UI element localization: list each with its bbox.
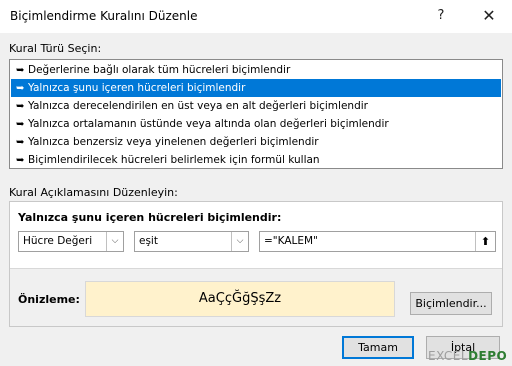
value-input[interactable]: ="KALEM" ⬆	[259, 231, 496, 252]
arrow-right-icon: ➥	[16, 83, 25, 94]
rule-description-group: Yalnızca şunu içeren hücreleri biçimlend…	[9, 201, 503, 327]
value-text: ="KALEM"	[264, 235, 318, 247]
operator-value: eşit	[139, 235, 158, 247]
ok-button[interactable]: Tamam	[342, 336, 414, 359]
arrow-right-icon: ➥	[16, 119, 25, 130]
rule-heading: Yalnızca şunu içeren hücreleri biçimlend…	[18, 211, 282, 224]
arrow-right-icon: ➥	[16, 155, 25, 166]
operator-select[interactable]: eşit ⌵	[134, 231, 249, 252]
preview-sample-text: AaÇçĞğŞşZz	[198, 291, 282, 306]
arrow-right-icon: ➥	[16, 65, 25, 76]
preview-area: Önizleme: AaÇçĞğŞşZz Biçimlendir...	[10, 268, 502, 326]
help-button[interactable]: ?	[428, 4, 454, 28]
watermark-part2: DEPO	[468, 349, 508, 363]
description-label: Kural Açıklamasını Düzenleyin:	[9, 186, 178, 199]
condition-type-value: Hücre Değeri	[23, 235, 93, 247]
watermark-part1: EXCEL	[428, 349, 469, 363]
rule-type-item[interactable]: ➥ Yalnızca derecelendirilen en üst veya e…	[11, 97, 501, 115]
arrow-right-icon: ➥	[16, 137, 25, 148]
watermark-logo: EXCELDEPO	[428, 349, 507, 363]
rule-type-item[interactable]: ➥ Değerlerine bağlı olarak tüm hücreleri …	[11, 61, 501, 79]
chevron-down-icon[interactable]: ⌵	[231, 232, 248, 251]
preview-sample-box: AaÇçĞğŞşZz	[85, 281, 395, 317]
rule-type-list[interactable]: ➥ Değerlerine bağlı olarak tüm hücreleri …	[9, 59, 503, 169]
chevron-down-icon[interactable]: ⌵	[106, 232, 123, 251]
rule-type-item-selected[interactable]: ➥ Yalnızca şunu içeren hücreleri biçimlen…	[11, 79, 501, 97]
condition-type-select[interactable]: Hücre Değeri ⌵	[18, 231, 124, 252]
range-picker-icon[interactable]: ⬆	[475, 232, 495, 251]
close-button[interactable]: ✕	[476, 4, 502, 28]
arrow-right-icon: ➥	[16, 101, 25, 112]
rule-type-label: Kural Türü Seçin:	[9, 42, 102, 55]
rule-type-item[interactable]: ➥ Biçimlendirilecek hücreleri belirlemek …	[11, 151, 501, 169]
title-bar: Biçimlendirme Kuralını Düzenle ? ✕	[0, 0, 512, 33]
preview-label: Önizleme:	[18, 293, 80, 306]
rule-type-item[interactable]: ➥ Yalnızca ortalamanın üstünde veya altın…	[11, 115, 501, 133]
rule-type-item[interactable]: ➥ Yalnızca benzersiz veya yinelenen değer…	[11, 133, 501, 151]
format-button[interactable]: Biçimlendir...	[410, 292, 492, 315]
window-title: Biçimlendirme Kuralını Düzenle	[10, 9, 198, 23]
